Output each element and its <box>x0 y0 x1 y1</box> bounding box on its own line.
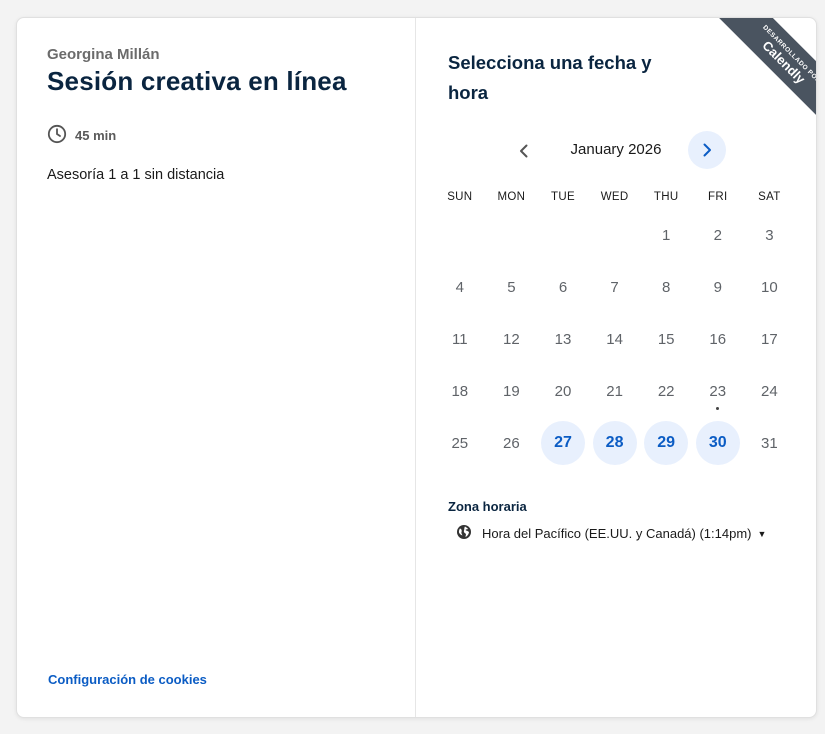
calendar-day-available[interactable]: 27 <box>537 417 589 469</box>
day-number[interactable]: 29 <box>644 421 689 465</box>
calendar-days-grid: 1 2 3 4 5 6 7 8 9 10 11 12 13 14 15 16 17 18 19 20 21 22 23 24 2… <box>434 209 795 469</box>
day-number: 8 <box>662 278 671 296</box>
calendar-day: 5 <box>486 261 538 313</box>
day-number: 12 <box>503 330 520 348</box>
day-number: 9 <box>713 278 722 296</box>
day-number[interactable]: 30 <box>695 421 740 465</box>
globe-icon <box>456 524 472 543</box>
calendar-day: 1 <box>640 209 692 261</box>
calendar-day: 24 <box>744 365 796 417</box>
calendar-day: 17 <box>744 313 796 365</box>
previous-month-button[interactable] <box>506 133 542 169</box>
day-number: 5 <box>507 278 516 296</box>
calendar-day: 15 <box>640 313 692 365</box>
select-date-title: Selecciona una fecha y hora <box>448 52 652 103</box>
calendar-day-available[interactable]: 28 <box>589 417 641 469</box>
timezone-label: Zona horaria <box>448 499 527 514</box>
timezone-value: Hora del Pacífico (EE.UU. y Canadá) (1:1… <box>482 526 752 541</box>
calendar-day: 7 <box>589 261 641 313</box>
calendar-day: 12 <box>486 313 538 365</box>
weekday-label: SUN <box>447 191 473 203</box>
day-number: 26 <box>503 434 520 452</box>
day-number: 18 <box>451 382 469 400</box>
weekday-header: SUN MON TUE WED THU FRI SAT <box>434 191 795 203</box>
day-number: 16 <box>709 330 727 348</box>
weekday-label: SAT <box>758 191 781 203</box>
calendar-day: 18 <box>434 365 486 417</box>
event-title: Sesión creativa en línea <box>47 66 347 96</box>
day-number: 17 <box>761 330 778 348</box>
day-number: 14 <box>606 330 623 348</box>
chevron-right-icon <box>703 143 711 157</box>
calendar-day: 4 <box>434 261 486 313</box>
calendar-day: 9 <box>692 261 744 313</box>
calendar-blank-cell <box>589 209 641 261</box>
calendar-day-available[interactable]: 30 <box>692 417 744 469</box>
calendar-day: 26 <box>486 417 538 469</box>
day-number: 4 <box>455 278 464 296</box>
calendar-day: 11 <box>434 313 486 365</box>
day-number: 1 <box>662 226 671 244</box>
calendar-blank-cell <box>486 209 538 261</box>
calendar-day: 16 <box>692 313 744 365</box>
calendar-day: 22 <box>640 365 692 417</box>
timezone-selector[interactable]: Hora del Pacífico (EE.UU. y Canadá) (1:1… <box>456 524 766 543</box>
day-number[interactable]: 28 <box>592 421 637 465</box>
cookie-settings-link[interactable]: Configuración de cookies <box>48 672 207 687</box>
calendar-day: 10 <box>744 261 796 313</box>
calendar-day: 25 <box>434 417 486 469</box>
calendar-blank-cell <box>537 209 589 261</box>
duration-label: 45 min <box>75 128 117 143</box>
day-number: 15 <box>657 330 675 348</box>
event-details-pane: Georgina Millán Sesión creativa en línea… <box>17 18 416 717</box>
clock-icon <box>47 124 67 147</box>
calendar-day: 14 <box>589 313 641 365</box>
day-number: 13 <box>554 330 572 348</box>
calendar-day: 6 <box>537 261 589 313</box>
weekday-label: THU <box>653 191 679 203</box>
calendar-blank-cell <box>434 209 486 261</box>
day-number: 11 <box>452 330 468 348</box>
caret-down-icon: ▼ <box>757 528 767 539</box>
month-navigation: January 2026 <box>416 131 816 171</box>
weekday-label: WED <box>600 191 629 203</box>
day-number: 22 <box>657 382 675 400</box>
calendar-day: 31 <box>744 417 796 469</box>
weekday-label: FRI <box>708 191 728 203</box>
scheduler-pane: Selecciona una fecha y hora DESARROLLADO… <box>416 18 816 717</box>
event-duration: 45 min <box>47 124 116 147</box>
calendar-day: 13 <box>537 313 589 365</box>
calendar-day-available[interactable]: 29 <box>640 417 692 469</box>
calendar-day: 8 <box>640 261 692 313</box>
day-number: 3 <box>765 226 774 244</box>
chevron-left-icon <box>520 144 528 158</box>
calendar-day: 3 <box>744 209 796 261</box>
ribbon-caption: DESARROLLADO POR <box>761 23 816 85</box>
day-number: 25 <box>451 434 469 452</box>
calendar-day: 19 <box>486 365 538 417</box>
day-number: 19 <box>503 382 520 400</box>
calendly-badge[interactable]: DESARROLLADO POR Calendly <box>713 18 816 128</box>
event-description: Asesoría 1 a 1 sin distancia <box>47 167 225 183</box>
calendar-day: 20 <box>537 365 589 417</box>
day-number: 20 <box>554 382 572 400</box>
weekday-label: MON <box>497 191 526 203</box>
host-name: Georgina Millán <box>47 46 160 63</box>
day-number: 7 <box>610 278 619 296</box>
day-number: 10 <box>761 278 778 296</box>
month-label: January 2026 <box>570 141 662 158</box>
next-month-button[interactable] <box>688 131 726 169</box>
day-number: 31 <box>761 434 778 452</box>
calendar-day: 23 <box>692 365 744 417</box>
calendar-day: 21 <box>589 365 641 417</box>
booking-card: Georgina Millán Sesión creativa en línea… <box>16 17 817 718</box>
day-number: 24 <box>761 382 778 400</box>
calendar-day: 2 <box>692 209 744 261</box>
day-number[interactable]: 27 <box>540 421 585 465</box>
weekday-label: TUE <box>551 191 575 203</box>
powered-by-ribbon[interactable]: DESARROLLADO POR Calendly <box>706 18 816 128</box>
day-number: 6 <box>558 278 568 296</box>
day-number: 2 <box>713 226 722 244</box>
day-number: 21 <box>606 382 623 400</box>
